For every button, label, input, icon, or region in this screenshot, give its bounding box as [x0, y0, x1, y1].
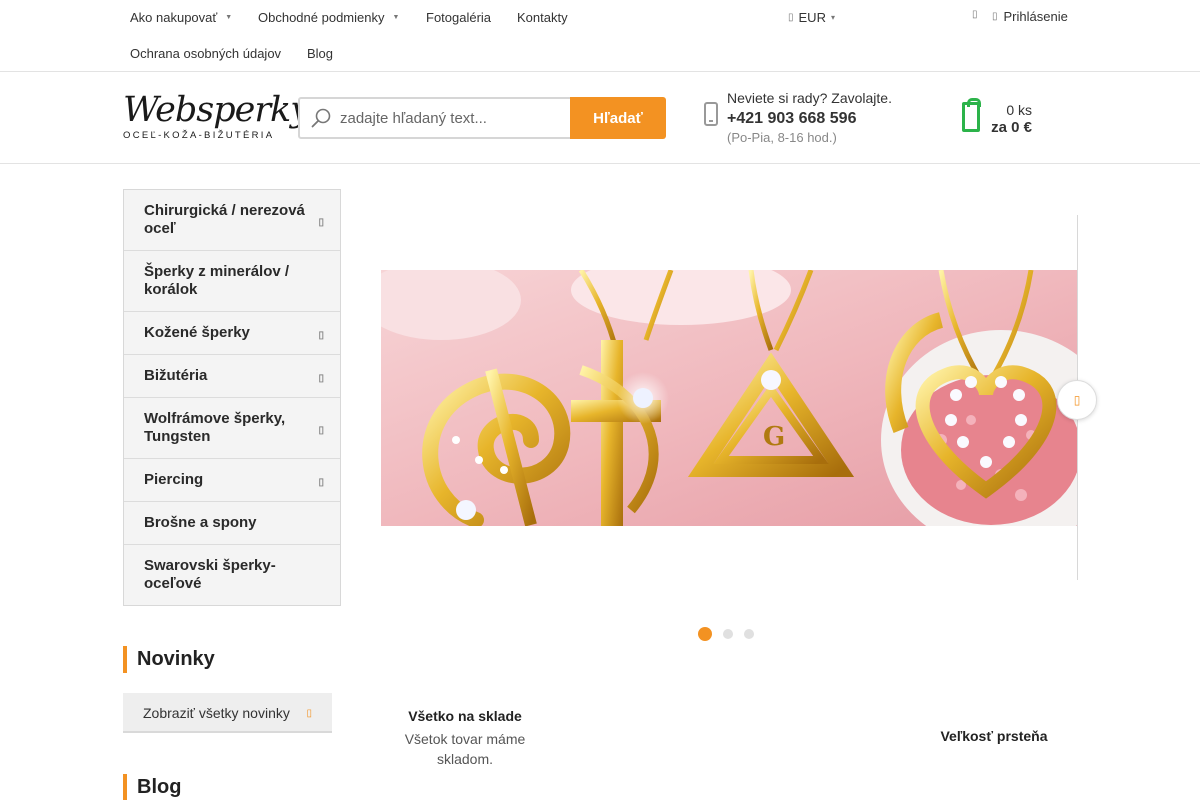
category-item[interactable]: Brošne a spony [124, 502, 340, 545]
show-all-news-label: Zobraziť všetky novinky [143, 705, 290, 721]
news-heading: Novinky [123, 646, 323, 673]
nav-label: Ochrana osobných údajov [130, 46, 282, 61]
cart-button[interactable]: 0 ks za 0 € [962, 98, 1038, 140]
category-label: Brošne a spony [144, 514, 257, 531]
search-input[interactable] [340, 107, 565, 129]
category-item[interactable]: Chirurgická / nerezová oceľ ▯ [124, 190, 340, 251]
carousel-dot-3[interactable] [744, 629, 754, 639]
category-label: Bižutéria [144, 367, 208, 384]
category-label: Kožené šperky [144, 324, 250, 341]
blog-heading: Blog [123, 774, 323, 800]
carousel-dot-2[interactable] [723, 629, 733, 639]
nav-label: Obchodné podmienky [258, 10, 385, 25]
header-divider [0, 163, 1200, 164]
expand-icon[interactable]: ▯ [318, 370, 324, 388]
login-link[interactable]: ▯ Prihlásenie [992, 9, 1068, 24]
contact-hours: (Po-Pia, 8-16 hod.) [727, 130, 837, 145]
expand-icon[interactable]: ▯ [318, 214, 324, 232]
shopping-bag-icon [962, 98, 981, 132]
chevron-down-icon: ▼ [392, 14, 400, 21]
expand-icon[interactable]: ▯ [318, 474, 324, 492]
category-label: Wolfrámove šperky, Tungsten [144, 410, 286, 445]
expand-icon[interactable]: ▯ [318, 327, 324, 345]
show-all-news-button[interactable]: Zobraziť všetky novinky ▯ [123, 693, 332, 733]
nav-fotogaleria[interactable]: Fotogaléria [426, 10, 491, 25]
carousel-dots [698, 627, 754, 641]
currency-selector[interactable]: ▯ EUR ▾ [788, 10, 835, 25]
category-item[interactable]: Wolfrámove šperky, Tungsten ▯ [124, 398, 340, 459]
login-label: Prihlásenie [1003, 9, 1068, 24]
nav-label: Kontakty [517, 10, 568, 25]
logo[interactable]: Websperky OCEĽ-KOŽA-BIŽUTÉRIA [122, 90, 310, 144]
benefit-ring-size[interactable]: Veľkosť prsteňa [920, 728, 1068, 744]
expand-icon[interactable]: ▯ [318, 422, 324, 440]
nav-label: Ako nakupovať [130, 10, 218, 25]
category-item[interactable]: Piercing ▯ [124, 459, 340, 502]
nav-blog[interactable]: Blog [307, 46, 333, 61]
benefit-title: Všetko na sklade [408, 708, 522, 724]
login-icon: ▯ [992, 11, 998, 22]
currency-icon: ▯ [788, 12, 794, 23]
category-item[interactable]: Šperky z minerálov / korálok [124, 251, 340, 312]
search-icon [311, 108, 331, 128]
logo-wordmark: Websperky [123, 90, 310, 130]
jewelry-banner-image: G [381, 270, 1077, 526]
user-icon-link[interactable]: ▯ [972, 9, 978, 20]
nav-ako-nakupovat[interactable]: Ako nakupovať ▼ [130, 10, 232, 25]
contact-info: Neviete si rady? Zavolajte. +421 903 668… [704, 90, 914, 148]
phone-icon [704, 102, 718, 126]
top-bar: Ako nakupovať ▼ Obchodné podmienky ▼ Fot… [0, 0, 1200, 72]
benefit-text: Všetok tovar máme skladom. [404, 731, 526, 767]
category-label: Šperky z minerálov / korálok [144, 263, 290, 298]
search-button[interactable]: Hľadať [570, 97, 666, 139]
contact-phone[interactable]: +421 903 668 596 [727, 110, 856, 128]
search-box: Hľadať [298, 97, 666, 139]
category-label: Chirurgická / nerezová oceľ [144, 202, 305, 237]
contact-question: Neviete si rady? Zavolajte. [727, 90, 892, 106]
carousel-next-button[interactable]: ▯ [1057, 380, 1097, 420]
chevron-down-icon: ▼ [225, 14, 233, 21]
category-item[interactable]: Bižutéria ▯ [124, 355, 340, 398]
category-label: Swarovski šperky-oceľové [144, 557, 276, 592]
carousel-dot-1[interactable] [698, 627, 712, 641]
carousel-slide-image[interactable]: G [381, 270, 1077, 526]
currency-label: EUR [798, 10, 826, 25]
cart-quantity: 0 ks [1006, 102, 1032, 118]
benefit-title: Veľkosť prsteňa [940, 728, 1048, 744]
nav-label: Blog [307, 46, 334, 61]
category-label: Piercing [144, 471, 204, 488]
nav-obchodne-podmienky[interactable]: Obchodné podmienky ▼ [258, 10, 399, 25]
cart-total: za 0 € [991, 119, 1032, 136]
benefit-in-stock: Všetko na sklade Všetok tovar máme sklad… [390, 708, 540, 769]
logo-tagline: OCEĽ-KOŽA-BIŽUTÉRIA [123, 130, 275, 141]
nav-label: Fotogaléria [426, 10, 492, 25]
nav-ochrana-udajov[interactable]: Ochrana osobných údajov [130, 46, 281, 61]
svg-text:G: G [763, 422, 785, 452]
user-icon: ▯ [972, 9, 978, 20]
category-item[interactable]: Swarovski šperky-oceľové [124, 545, 340, 605]
chevron-down-icon: ▾ [830, 13, 835, 22]
category-menu: Chirurgická / nerezová oceľ ▯ Šperky z m… [123, 189, 341, 606]
nav-kontakty[interactable]: Kontakty [517, 10, 568, 25]
arrow-right-icon: ▯ [1073, 393, 1081, 407]
category-item[interactable]: Kožené šperky ▯ [124, 312, 340, 355]
arrow-right-icon: ▯ [306, 708, 312, 719]
